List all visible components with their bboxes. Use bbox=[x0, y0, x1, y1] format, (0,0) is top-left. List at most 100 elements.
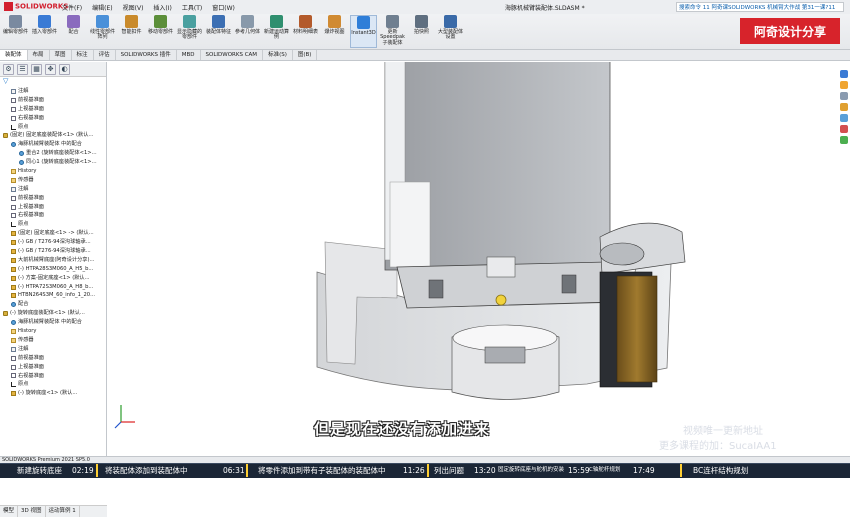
tree-item[interactable]: 原点 bbox=[0, 380, 106, 389]
watermark-line-2: 更多课程的加：SucaIAA1 bbox=[659, 441, 777, 452]
tree-item[interactable]: (-) GB / T276-94深沟球轴承... bbox=[0, 238, 106, 247]
tree-item[interactable]: 海豚机械臂装配体 中的配合 bbox=[0, 140, 106, 149]
tree-item[interactable]: 上视基准面 bbox=[0, 363, 106, 372]
tab-cam[interactable]: SOLIDWORKS CAM bbox=[201, 50, 264, 60]
chapter-6[interactable]: C轴舵杆规划 bbox=[589, 464, 620, 479]
mate-button[interactable]: 配合 bbox=[60, 15, 87, 48]
update-speedpak-button[interactable]: 更新Speedpak子装配体 bbox=[379, 15, 406, 48]
chapter-3[interactable]: 将零件添加到带有子装配体的装配体中 bbox=[258, 464, 386, 479]
tree-item[interactable]: 配合 bbox=[0, 300, 106, 309]
chapter-2[interactable]: 将装配体添加到装配体中 bbox=[105, 464, 188, 479]
chapter-4[interactable]: 列出问题 bbox=[434, 464, 464, 479]
insert-component-button[interactable]: 插入零部件 bbox=[31, 15, 58, 48]
custom-properties-icon[interactable] bbox=[840, 136, 848, 144]
menu-file[interactable]: 文件(F) bbox=[62, 3, 82, 12]
tree-item[interactable]: 注解 bbox=[0, 185, 106, 194]
tree-item[interactable]: 右视基准面 bbox=[0, 211, 106, 220]
mate-icon bbox=[19, 151, 24, 157]
linear-pattern-button[interactable]: 线性零部件阵列 bbox=[89, 15, 116, 48]
filter-icon[interactable]: ▽ bbox=[0, 77, 106, 87]
show-hidden-button[interactable]: 显示隐藏的零部件 bbox=[176, 15, 203, 48]
tree-item[interactable]: 上视基准面 bbox=[0, 105, 106, 114]
large-assembly-settings-button[interactable]: 大型装配体设置 bbox=[437, 15, 464, 48]
tree-item[interactable]: 原点 bbox=[0, 123, 106, 132]
tab-addins[interactable]: SOLIDWORKS 插件 bbox=[116, 50, 177, 60]
tree-item[interactable]: 海豚机械臂装配体 中的配合 bbox=[0, 318, 106, 327]
reference-geometry-icon bbox=[241, 15, 254, 28]
tree-item[interactable]: 前视基准面 bbox=[0, 96, 106, 105]
new-motion-study-button[interactable]: 新建运动算例 bbox=[263, 15, 290, 48]
video-chapter-timeline[interactable]: 新建旋转底座 02:19 将装配体添加到装配体中 06:31 将零件添加到带有子… bbox=[0, 463, 850, 478]
chapter-1[interactable]: 新建旋转底座 bbox=[17, 464, 62, 479]
design-library-icon[interactable] bbox=[840, 92, 848, 100]
dimxpert-tab-icon[interactable]: ✥ bbox=[45, 64, 56, 75]
tree-item-label: 传感器 bbox=[18, 176, 34, 183]
exploded-view-button[interactable]: 爆炸视图 bbox=[321, 15, 348, 48]
brand-badge: 阿奇设计分享 bbox=[740, 18, 840, 44]
tree-item[interactable]: (-) 方案-固定底座<1> (默认... bbox=[0, 274, 106, 283]
tree-item[interactable]: (固定) 固定底座<1> -> (默认... bbox=[0, 229, 106, 238]
tree-item[interactable]: 注解 bbox=[0, 87, 106, 96]
graphics-area[interactable]: 但是现在还没有添加进来 bbox=[107, 59, 838, 456]
search-input[interactable]: 搜索命令 11 阿奇课SOLIDWORKS 机械臂大作战 第31一课?11 bbox=[676, 2, 844, 12]
menu-edit[interactable]: 编辑(E) bbox=[92, 3, 112, 12]
assembly-features-button[interactable]: 装配体特征 bbox=[205, 15, 232, 48]
tree-item[interactable]: 重合2 (旋转底座装配体<1>... bbox=[0, 149, 106, 158]
tab-assembly[interactable]: 装配体 bbox=[0, 50, 28, 60]
menu-window[interactable]: 窗口(W) bbox=[212, 3, 235, 12]
tab-markup[interactable]: 标注 bbox=[72, 50, 94, 60]
view-palette-icon[interactable] bbox=[840, 114, 848, 122]
tree-item[interactable]: 原点 bbox=[0, 220, 106, 229]
tree-item[interactable]: (-) 旋转底座<1> (默认... bbox=[0, 389, 106, 398]
config-tab-icon[interactable]: ▦ bbox=[31, 64, 42, 75]
tree-item[interactable]: 传感器 bbox=[0, 176, 106, 185]
take-snapshot-button[interactable]: 拍快照 bbox=[408, 15, 435, 48]
tree-item-label: 前视基准面 bbox=[18, 194, 44, 201]
tree-item[interactable]: 右视基准面 bbox=[0, 114, 106, 123]
tab-sketch[interactable]: 草图 bbox=[50, 50, 72, 60]
tree-item[interactable]: HTBN264S3M_60_info_1_20... bbox=[0, 291, 106, 300]
tab-layout[interactable]: 布局 bbox=[28, 50, 50, 60]
tree-item[interactable]: 传感器 bbox=[0, 336, 106, 345]
tab-view[interactable]: 图(B) bbox=[293, 50, 318, 60]
tree-item[interactable]: History bbox=[0, 327, 106, 336]
tree-item[interactable]: History bbox=[0, 167, 106, 176]
tree-item[interactable]: 前视基准面 bbox=[0, 194, 106, 203]
instant3d-button[interactable]: Instant3D bbox=[350, 15, 377, 48]
solidworks-logo[interactable]: SOLIDWORKS bbox=[4, 2, 68, 11]
tab-3d-views[interactable]: 3D 视图 bbox=[18, 506, 46, 517]
tab-model[interactable]: 模型 bbox=[0, 506, 19, 517]
tree-item[interactable]: 前视基准面 bbox=[0, 354, 106, 363]
edit-component-button[interactable]: 编辑零部件 bbox=[2, 15, 29, 48]
file-explorer-icon[interactable] bbox=[840, 103, 848, 111]
tree-item[interactable]: (-) HTPA72S3M060_A_H8_b... bbox=[0, 283, 106, 292]
move-component-button[interactable]: 移动零部件 bbox=[147, 15, 174, 48]
bill-of-materials-button[interactable]: 材料明细表 bbox=[292, 15, 319, 48]
display-tab-icon[interactable]: ◐ bbox=[59, 64, 70, 75]
menu-tools[interactable]: 工具(T) bbox=[182, 3, 202, 12]
tab-motion-study[interactable]: 运动算例 1 bbox=[46, 506, 80, 517]
tree-item[interactable]: 右视基准面 bbox=[0, 372, 106, 381]
tree-item[interactable]: 同心1 (旋转底座装配体<1>... bbox=[0, 158, 106, 167]
tree-item[interactable]: (-) GB / T276-94深沟球轴承... bbox=[0, 247, 106, 256]
home-icon[interactable] bbox=[840, 70, 848, 78]
appearances-icon[interactable] bbox=[840, 125, 848, 133]
menu-insert[interactable]: 插入(I) bbox=[153, 3, 171, 12]
tree-item[interactable]: 注解 bbox=[0, 345, 106, 354]
smart-fasteners-button[interactable]: 智能扣件 bbox=[118, 15, 145, 48]
reference-geometry-button[interactable]: 参考几何体 bbox=[234, 15, 261, 48]
tree-item[interactable]: (-) HTPA28S3M060_A_H5_b... bbox=[0, 265, 106, 274]
tree-item[interactable]: (固定) 固定底座装配体<1> (默认... bbox=[0, 131, 106, 140]
tab-evaluate[interactable]: 评估 bbox=[94, 50, 116, 60]
tree-item[interactable]: 大前机械臂底座(阿奇设计分享)... bbox=[0, 256, 106, 265]
feature-tree-tab-icon[interactable]: ⚙ bbox=[3, 64, 14, 75]
chapter-5[interactable]: 固定旋转底座与舵机的安装 bbox=[498, 464, 564, 479]
tab-standard[interactable]: 标准(S) bbox=[263, 50, 293, 60]
menu-view[interactable]: 视图(V) bbox=[123, 3, 144, 12]
chapter-7[interactable]: BC连杆结构规划 bbox=[693, 464, 748, 479]
tab-mbd[interactable]: MBD bbox=[177, 50, 201, 60]
resources-icon[interactable] bbox=[840, 81, 848, 89]
tree-item[interactable]: (-) 旋转底座装配体<1> (默认... bbox=[0, 309, 106, 318]
property-tab-icon[interactable]: ☰ bbox=[17, 64, 28, 75]
tree-item[interactable]: 上视基准面 bbox=[0, 203, 106, 212]
